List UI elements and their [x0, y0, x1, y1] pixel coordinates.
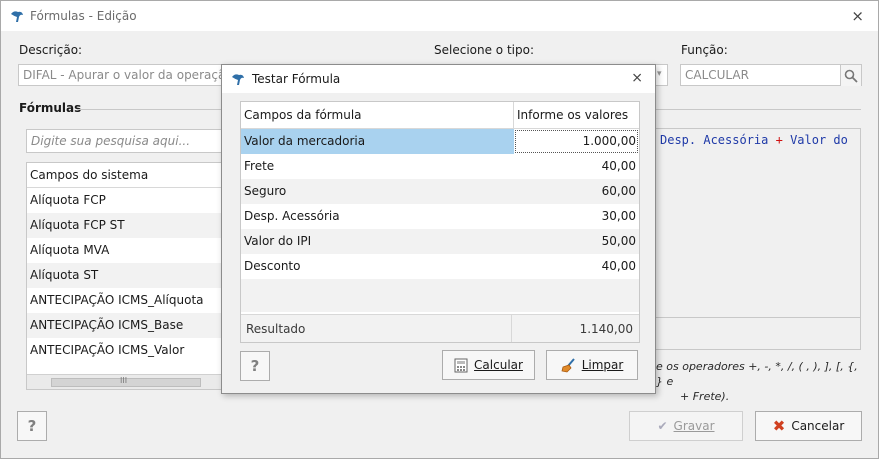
formula-token: Desp. Acessória: [660, 133, 769, 147]
list-item[interactable]: Alíquota FCP ST: [27, 213, 225, 238]
field-value[interactable]: 1.000,00: [514, 129, 639, 154]
dialog-titlebar: Testar Fórmula ⨯: [222, 65, 655, 93]
help-button[interactable]: ?: [17, 411, 47, 441]
app-logo-icon: [11, 11, 23, 22]
calculator-icon: [454, 358, 468, 372]
descricao-field[interactable]: DIFAL - Apurar o valor da operação po: [18, 64, 224, 86]
help-line: e os operadores +, -, *, /, ( , ), ], [,…: [656, 360, 858, 388]
funcao-search-button[interactable]: [840, 65, 861, 86]
section-divider: [656, 109, 861, 110]
list-item[interactable]: Alíquota FCP: [27, 188, 225, 213]
field-name: Frete: [244, 159, 275, 173]
field-value[interactable]: 40,00: [514, 254, 639, 279]
table-row[interactable]: Desconto 40,00: [241, 254, 639, 279]
check-icon: ✔: [657, 419, 668, 433]
window-titlebar: Fórmulas - Edição ⨯: [1, 1, 878, 31]
formula-editor[interactable]: Desp. Acessória + Valor do: [656, 128, 861, 318]
result-label: Resultado: [246, 322, 306, 336]
field-value[interactable]: 40,00: [514, 154, 639, 179]
field-name: Desp. Acessória: [244, 209, 340, 223]
formula-fields-grid: Campos da fórmula Informe os valores Val…: [240, 101, 640, 343]
list-item[interactable]: Alíquota ST: [27, 263, 225, 288]
gravar-label: Gravar: [673, 419, 715, 433]
grid-header: Campos da fórmula Informe os valores: [241, 102, 639, 129]
broom-icon: [561, 357, 575, 372]
field-value[interactable]: 30,00: [514, 204, 639, 229]
field-value[interactable]: 60,00: [514, 179, 639, 204]
descricao-label: Descrição:: [19, 43, 83, 57]
help-button[interactable]: ?: [240, 351, 270, 381]
horizontal-scrollbar[interactable]: III: [27, 374, 225, 389]
column-header-valores: Informe os valores: [517, 108, 629, 122]
result-value: 1.140,00: [511, 315, 637, 342]
app-logo-icon: [232, 74, 244, 85]
testar-formula-dialog: Testar Fórmula ⨯ Campos da fórmula Infor…: [221, 64, 656, 394]
cancelar-label: Cancelar: [791, 419, 845, 433]
funcao-field[interactable]: CALCULAR: [680, 64, 862, 86]
section-divider: [77, 109, 223, 110]
calcular-label: Calcular: [474, 358, 523, 372]
table-row[interactable]: Frete 40,00: [241, 154, 639, 179]
tipo-select[interactable]: ▾: [656, 64, 668, 86]
calcular-button[interactable]: Calcular: [442, 350, 535, 380]
chevron-down-icon: ▾: [657, 69, 662, 79]
column-header-campos: Campos da fórmula: [241, 102, 514, 128]
field-value[interactable]: 50,00: [514, 229, 639, 254]
field-name: Seguro: [244, 184, 287, 198]
close-icon[interactable]: ⨯: [631, 70, 643, 86]
formula-token: Valor do: [790, 133, 848, 147]
limpar-button[interactable]: Limpar: [546, 350, 638, 380]
list-item[interactable]: ANTECIPAÇÃO ICMS_Alíquota: [27, 288, 225, 313]
formulas-section-label: Fórmulas: [19, 101, 82, 115]
table-row[interactable]: Valor da mercadoria 1.000,00: [241, 129, 639, 154]
field-name: Valor da mercadoria: [241, 129, 514, 154]
list-item[interactable]: ANTECIPAÇÃO ICMS_Valor: [27, 338, 225, 363]
gravar-button[interactable]: ✔ Gravar: [629, 411, 743, 441]
close-icon[interactable]: ⨯: [851, 7, 864, 25]
table-row[interactable]: Seguro 60,00: [241, 179, 639, 204]
scrollbar-thumb[interactable]: III: [51, 376, 201, 387]
cancel-icon: ✖: [772, 417, 786, 435]
table-row[interactable]: Valor do IPI 50,00: [241, 229, 639, 254]
window-title: Fórmulas - Edição: [30, 9, 137, 23]
cancelar-button[interactable]: ✖ Cancelar: [755, 411, 862, 441]
formula-status-bar: [656, 318, 861, 350]
table-row[interactable]: Desp. Acessória 30,00: [241, 204, 639, 229]
operators-help-text: e os operadores +, -, *, /, ( , ), ], [,…: [656, 359, 861, 404]
result-row: Resultado 1.140,00: [241, 314, 639, 342]
campos-search-input[interactable]: Digite sua pesquisa aqui...: [26, 129, 226, 153]
field-name: Desconto: [244, 259, 301, 273]
formula-operator: +: [768, 133, 791, 147]
campos-sistema-list: Campos do sistema Alíquota FCP Alíquota …: [26, 162, 226, 390]
table-row-empty: [241, 279, 639, 312]
tipo-label: Selecione o tipo:: [434, 43, 534, 57]
list-item[interactable]: Alíquota MVA: [27, 238, 225, 263]
grip-icon: III: [120, 376, 128, 385]
list-header: Campos do sistema: [27, 163, 225, 188]
list-item[interactable]: ANTECIPAÇÃO ICMS_Base: [27, 313, 225, 338]
limpar-label: Limpar: [581, 358, 624, 372]
field-name: Valor do IPI: [244, 234, 312, 248]
help-line: + Frete).: [680, 390, 730, 403]
dialog-title: Testar Fórmula: [252, 72, 341, 86]
search-icon: [844, 69, 858, 83]
funcao-label: Função:: [681, 43, 728, 57]
